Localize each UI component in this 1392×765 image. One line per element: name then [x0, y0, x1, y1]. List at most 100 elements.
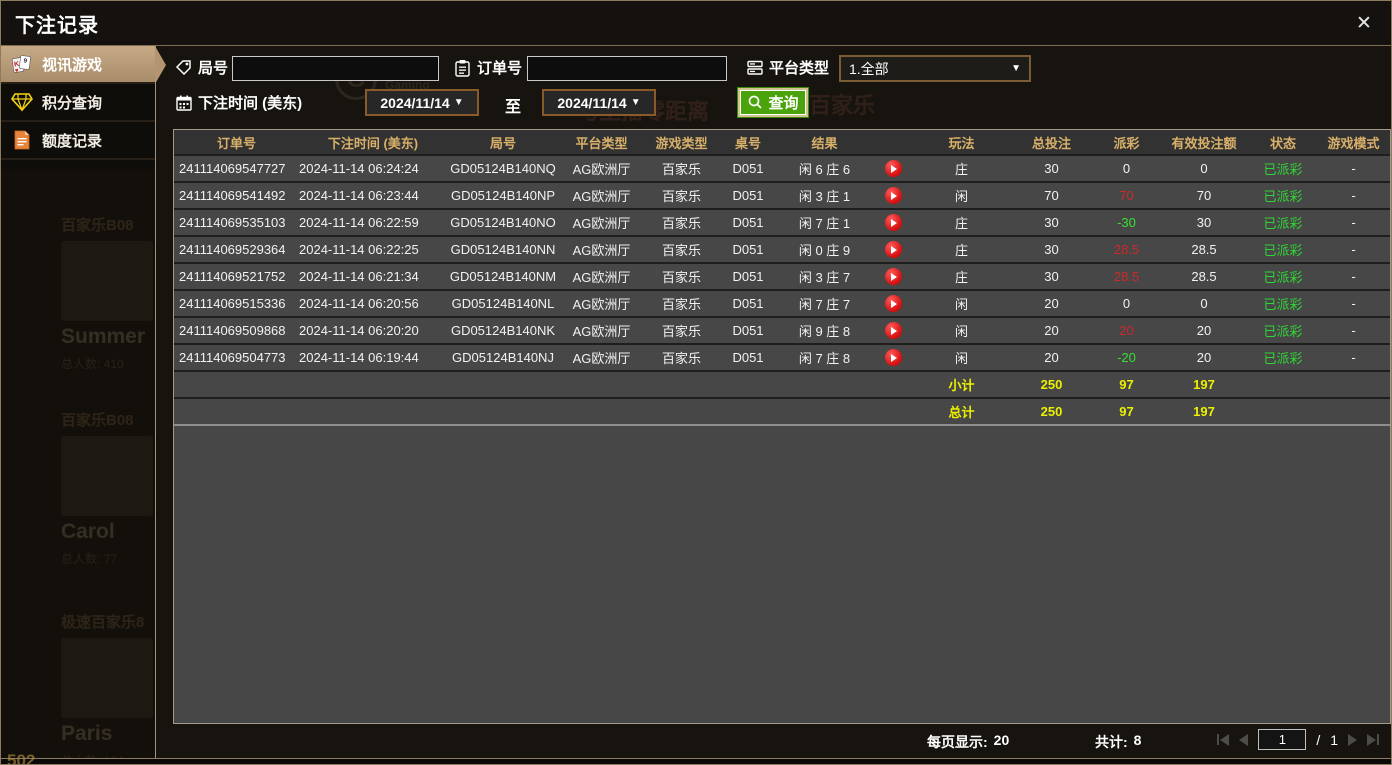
cell-total_bet: 20 — [1044, 296, 1059, 311]
cell-status: 已派彩 — [1263, 297, 1303, 312]
cell-bet_side: 庄 — [954, 243, 968, 258]
cell-payout: 28.5 — [1113, 242, 1140, 257]
round-number-label: 局号 — [175, 57, 228, 78]
dealer-name: Paris — [61, 722, 113, 745]
cell-play-icon — [872, 187, 914, 204]
cell-time: 2024-11-14 06:24:24 — [299, 161, 419, 176]
platform-type-dropdown[interactable]: 1.全部 ▼ — [839, 55, 1031, 82]
cell-time: 2024-11-14 06:21:34 — [299, 269, 419, 284]
cell-game: 百家乐 — [661, 216, 701, 231]
search-button[interactable]: 查询 — [737, 87, 809, 118]
next-page-button[interactable] — [1348, 733, 1357, 746]
cell-round: GD05124B140NP — [450, 188, 556, 203]
grand-total-cell-bet_side: 总计 — [948, 405, 975, 420]
gem-icon — [11, 91, 33, 113]
sidebar-item-quota-records[interactable]: 额度记录 — [1, 122, 155, 160]
dealer-avatar — [61, 638, 153, 718]
date-to-picker[interactable]: 2024/11/14 ▼ — [542, 89, 656, 116]
playing-cards-icon: 9 K ♥ — [11, 53, 33, 75]
bottom-strip — [1, 759, 1391, 764]
last-page-button[interactable] — [1367, 733, 1379, 746]
to-label: 至 — [505, 99, 522, 116]
cell-table_no: D051 — [732, 161, 764, 176]
cell-order: 241114069547727 — [179, 161, 286, 176]
cell-valid_bet: 70 — [1196, 188, 1212, 203]
order-number-input[interactable] — [527, 56, 727, 81]
column-header-round: 局号 — [489, 135, 516, 151]
cell-bet_side: 闲 — [954, 189, 968, 204]
cell-result: 闲 3 庄 1 — [798, 189, 851, 204]
play-video-button[interactable] — [884, 187, 902, 204]
play-icon — [891, 245, 897, 254]
play-video-button[interactable] — [884, 160, 902, 177]
platform-type-label: 平台类型 — [746, 57, 829, 78]
column-header-order: 订单号 — [216, 135, 256, 151]
page-number-input[interactable] — [1258, 729, 1307, 750]
background-number: 502 — [7, 751, 36, 765]
play-video-button[interactable] — [884, 322, 902, 339]
cell-game: 百家乐 — [661, 243, 701, 258]
table-body: 241114069547727 2024-11-14 06:24:24 GD0512… — [174, 156, 1390, 426]
play-video-button[interactable] — [884, 214, 902, 231]
cell-play-icon — [872, 322, 914, 339]
cell-valid_bet: 28.5 — [1191, 242, 1217, 257]
table-row: 241114069504773 2024-11-14 06:19:44 GD0512… — [174, 345, 1390, 372]
cell-order: 241114069509868 — [179, 323, 286, 338]
cell-mode: - — [1351, 188, 1356, 203]
table-row: 241114069535103 2024-11-14 06:22:59 GD0512… — [174, 210, 1390, 237]
play-icon — [891, 272, 897, 281]
column-header-valid_bet: 有效投注额 — [1171, 135, 1237, 151]
column-header-platform: 平台类型 — [575, 135, 628, 151]
cell-payout: 70 — [1119, 188, 1134, 203]
sidebar-item-label: 积分查询 — [42, 94, 103, 112]
cell-time: 2024-11-14 06:23:44 — [299, 188, 419, 203]
cell-total_bet: 30 — [1044, 269, 1059, 284]
cell-play-icon — [872, 160, 914, 177]
play-video-button[interactable] — [884, 295, 902, 312]
cell-table_no: D051 — [732, 296, 764, 311]
subtotal-row: 小计 250 97 197 — [174, 372, 1390, 399]
cell-mode: - — [1351, 242, 1356, 257]
cell-platform: AG欧洲厅 — [572, 324, 631, 339]
lobby-card-stat: 总人数: 77 — [61, 552, 118, 566]
cell-mode: - — [1351, 215, 1356, 230]
cell-total_bet: 30 — [1044, 215, 1059, 230]
cell-order: 241114069529364 — [179, 242, 286, 257]
round-number-input[interactable] — [232, 56, 439, 81]
play-video-button[interactable] — [884, 268, 902, 285]
cell-order: 241114069535103 — [179, 215, 286, 230]
first-page-button[interactable] — [1217, 733, 1230, 746]
cell-payout: -20 — [1117, 350, 1136, 365]
column-header-time: 下注时间 (美东) — [327, 135, 419, 151]
close-icon[interactable]: ✕ — [1351, 11, 1377, 37]
betting-records-dialog: 下注记录 ✕ 9 K ♥ 视讯游戏 积分查询 额度记录 百家乐B08 Summe… — [0, 0, 1392, 765]
cell-status: 已派彩 — [1263, 324, 1303, 339]
previous-page-button[interactable] — [1239, 733, 1249, 746]
cell-result: 闲 6 庄 6 — [798, 162, 851, 177]
cell-time: 2024-11-14 06:20:56 — [299, 296, 419, 311]
cell-play-icon — [872, 349, 914, 366]
cell-valid_bet: 0 — [1200, 161, 1208, 176]
column-header-result: 结果 — [811, 135, 838, 151]
sidebar-item-points-query[interactable]: 积分查询 — [1, 84, 155, 122]
play-video-button[interactable] — [884, 241, 902, 258]
cell-payout: -30 — [1117, 215, 1136, 230]
table-row: 241114069515336 2024-11-14 06:20:56 GD0512… — [174, 291, 1390, 318]
records-table: 订单号 下注时间 (美东) 局号 平台类型 游戏类型 桌号 结果 玩法 总投注 派彩 有效投注额 状态… — [173, 129, 1391, 724]
chevron-down-icon: ▼ — [1011, 63, 1021, 74]
dimmed-lobby-background: 百家乐B08 Summer 总人数: 410 百家乐B08 Carol 总人数:… — [1, 169, 155, 764]
column-header-total_bet: 总投注 — [1031, 135, 1071, 151]
cell-total_bet: 20 — [1044, 350, 1059, 365]
dealer-avatar — [61, 436, 153, 516]
sidebar-item-label: 额度记录 — [42, 132, 103, 150]
subtotal-cell-bet_side: 小计 — [948, 378, 975, 393]
play-video-button[interactable] — [884, 349, 902, 366]
date-from-picker[interactable]: 2024/11/14 ▼ — [365, 89, 479, 116]
sidebar-item-video-games[interactable]: 9 K ♥ 视讯游戏 — [1, 46, 166, 84]
cell-platform: AG欧洲厅 — [572, 216, 631, 231]
cell-time: 2024-11-14 06:20:20 — [299, 323, 419, 338]
cell-status: 已派彩 — [1263, 162, 1303, 177]
chevron-down-icon: ▼ — [453, 97, 464, 108]
sidebar: 9 K ♥ 视讯游戏 积分查询 额度记录 百家乐B08 Summer 总人数: … — [1, 46, 166, 764]
cell-round: GD05124B140NQ — [450, 161, 556, 176]
